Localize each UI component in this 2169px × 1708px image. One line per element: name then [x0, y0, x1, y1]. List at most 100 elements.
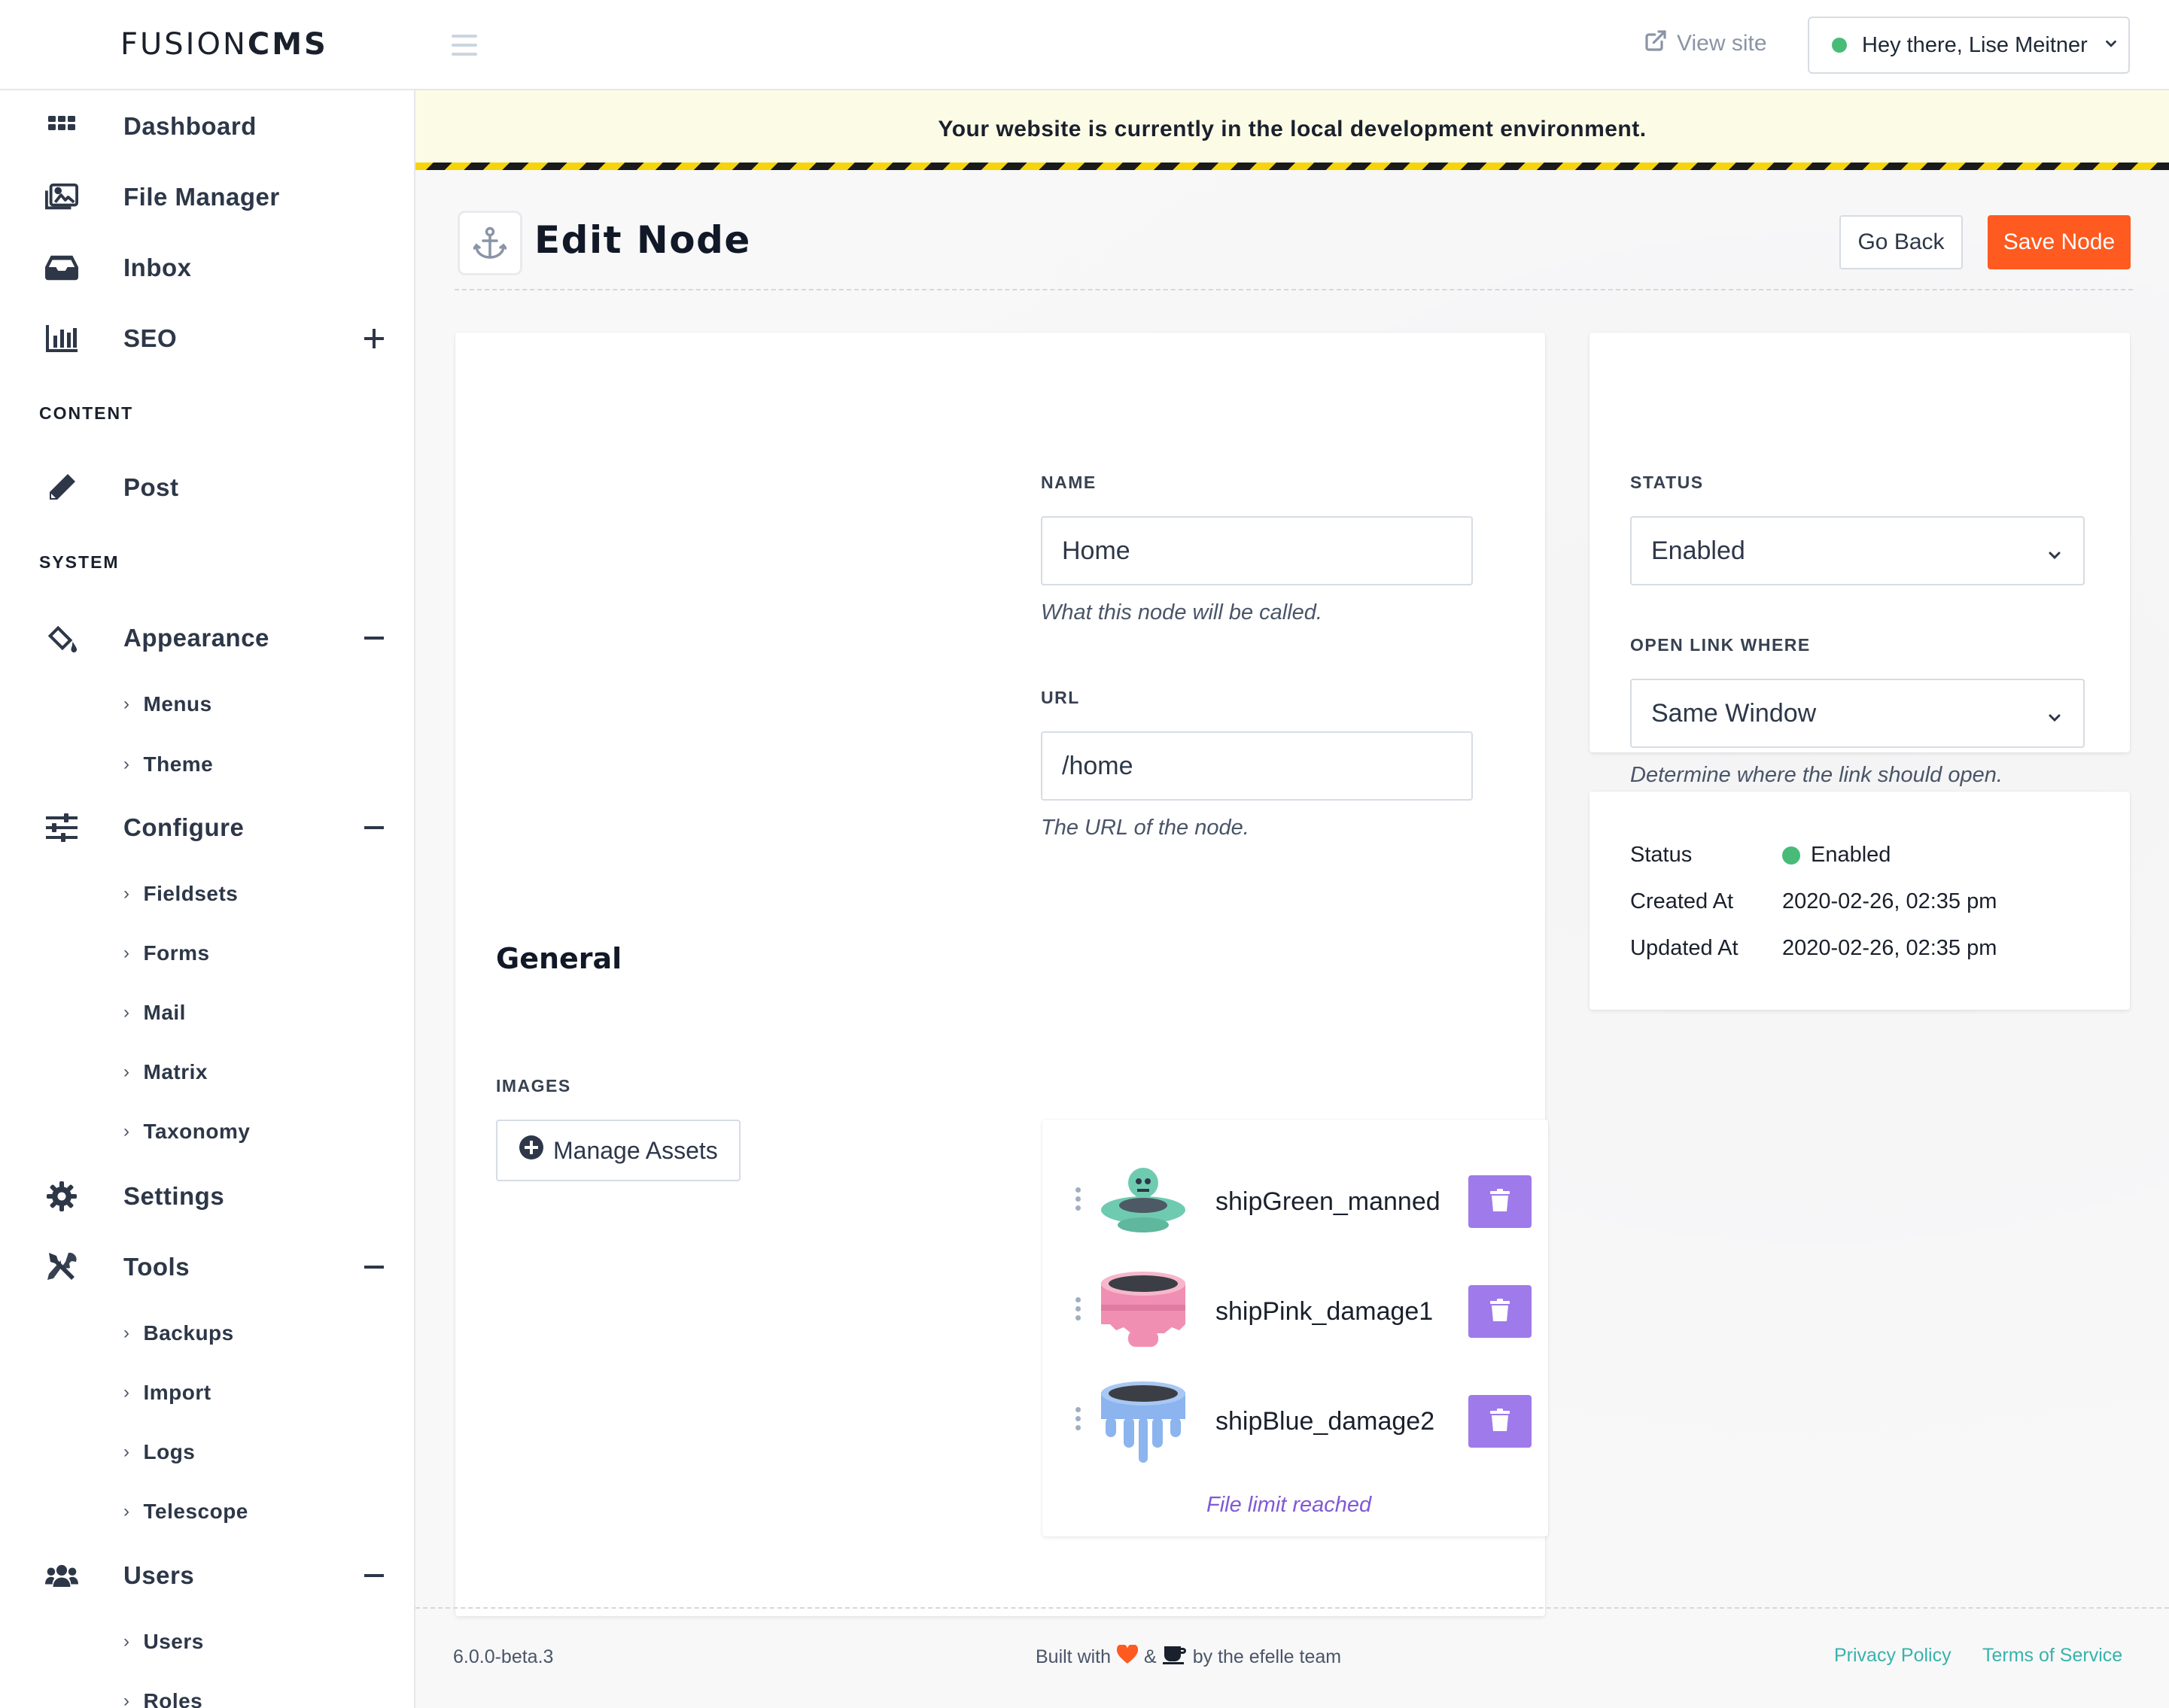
name-input[interactable]: Home — [1041, 516, 1473, 585]
minus-icon[interactable] — [364, 818, 384, 837]
delete-asset-button[interactable] — [1468, 1395, 1532, 1448]
sidebar-subitem-menus[interactable]: › Menus — [123, 692, 212, 716]
status-select[interactable]: Enabled — [1630, 516, 2085, 585]
status-card: STATUS Enabled OPEN LINK WHERE Same Wind… — [1589, 333, 2130, 787]
chevron-right-icon: › — [123, 1691, 130, 1708]
page-title: Edit Node — [534, 218, 751, 262]
terms-of-service-link[interactable]: Terms of Service — [1982, 1645, 2122, 1667]
chart-bar-icon — [45, 322, 78, 355]
sidebar-subitem-fieldsets[interactable]: › Fieldsets — [123, 882, 238, 906]
enabled-status-dot — [1782, 846, 1800, 865]
sidebar-item-label: Inbox — [123, 254, 192, 281]
environment-banner: Your website is currently in the local d… — [415, 90, 2169, 169]
minus-icon[interactable] — [364, 1566, 384, 1585]
drag-handle-icon[interactable] — [1075, 1297, 1081, 1321]
sidebar-section-content: CONTENT — [39, 403, 134, 423]
url-label: URL — [1041, 688, 1080, 707]
chevron-right-icon: › — [123, 1442, 130, 1462]
sidebar-subitem-label: Taxonomy — [143, 1120, 251, 1143]
sidebar-item-inbox[interactable]: Inbox — [0, 238, 415, 298]
sidebar-item-seo[interactable]: SEO — [0, 308, 415, 369]
sidebar-item-file-manager[interactable]: File Manager — [0, 167, 415, 227]
plus-circle-icon — [519, 1135, 544, 1166]
chevron-right-icon: › — [123, 694, 130, 714]
inbox-icon — [45, 251, 78, 284]
delete-asset-button[interactable] — [1468, 1285, 1532, 1338]
sidebar-section-system: SYSTEM — [39, 552, 120, 572]
sidebar-subitem-backups[interactable]: › Backups — [123, 1321, 234, 1345]
chevron-right-icon: › — [123, 1631, 130, 1652]
gear-icon — [45, 1180, 78, 1213]
view-site-link[interactable]: View site — [1644, 29, 1767, 59]
ship-green-thumbnail — [1098, 1157, 1188, 1248]
meta-card: Status Enabled Created At 2020-02-26, 02… — [1589, 792, 2130, 1010]
footer-credit-suffix: by the efelle team — [1192, 1646, 1342, 1667]
sidebar-subitem-label: Matrix — [143, 1060, 208, 1083]
open-link-select[interactable]: Same Window — [1630, 679, 2085, 748]
heart-icon — [1116, 1643, 1139, 1670]
status-label: STATUS — [1630, 473, 1704, 492]
privacy-policy-link[interactable]: Privacy Policy — [1834, 1645, 1951, 1667]
sidebar-item-configure[interactable]: Configure — [0, 798, 415, 858]
sidebar-item-label: File Manager — [123, 183, 280, 211]
sidebar-item-tools[interactable]: Tools — [0, 1237, 415, 1297]
sidebar-item-label: Tools — [123, 1253, 190, 1281]
plus-icon[interactable] — [364, 329, 384, 348]
sidebar-subitem-label: Backups — [143, 1321, 234, 1345]
hamburger-menu-icon[interactable] — [452, 35, 477, 56]
open-link-select-value: Same Window — [1651, 698, 1817, 728]
url-help: The URL of the node. — [1041, 816, 1249, 840]
sidebar-subitem-telescope[interactable]: › Telescope — [123, 1500, 248, 1524]
brand-logo[interactable]: FUSIONCMS — [120, 27, 328, 62]
delete-asset-button[interactable] — [1468, 1175, 1532, 1228]
footer-credit: Built with & by the efelle team — [1036, 1643, 1342, 1670]
sidebar-subitem-label: Menus — [143, 692, 212, 716]
sidebar-item-label: Configure — [123, 813, 245, 841]
chevron-down-icon — [2103, 33, 2119, 58]
sidebar-subitem-roles[interactable]: › Roles — [123, 1689, 202, 1708]
trash-icon — [1490, 1408, 1510, 1435]
meta-created-value: 2020-02-26, 02:35 pm — [1782, 889, 1997, 913]
chevron-right-icon: › — [123, 1382, 130, 1403]
sidebar-subitem-logs[interactable]: › Logs — [123, 1440, 195, 1464]
sidebar-item-appearance[interactable]: Appearance — [0, 608, 415, 668]
sidebar-subitem-label: Telescope — [143, 1500, 248, 1523]
trash-icon — [1490, 1188, 1510, 1215]
drag-handle-icon[interactable] — [1075, 1187, 1081, 1211]
sidebar-subitem-import[interactable]: › Import — [123, 1381, 211, 1405]
users-icon — [45, 1559, 78, 1592]
sliders-icon — [45, 811, 78, 844]
sidebar-item-post[interactable]: Post — [0, 457, 415, 518]
manage-assets-button[interactable]: Manage Assets — [496, 1120, 741, 1181]
images-icon — [45, 181, 78, 214]
asset-name: shipBlue_damage2 — [1215, 1407, 1435, 1436]
url-input[interactable]: /home — [1041, 731, 1473, 801]
sidebar-subitem-mail[interactable]: › Mail — [123, 1001, 186, 1025]
ship-blue-thumbnail — [1098, 1377, 1188, 1467]
sidebar-subitem-users[interactable]: › Users — [123, 1630, 204, 1654]
paint-bucket-icon — [45, 622, 78, 655]
sidebar-subitem-label: Theme — [143, 752, 214, 776]
chevron-right-icon: › — [123, 754, 130, 774]
user-menu-button[interactable]: Hey there, Lise Meitner — [1808, 17, 2130, 74]
main-content: Your website is currently in the local d… — [415, 90, 2169, 1708]
sidebar-subitem-matrix[interactable]: › Matrix — [123, 1060, 208, 1084]
minus-icon[interactable] — [364, 628, 384, 648]
sidebar-item-users[interactable]: Users — [0, 1545, 415, 1606]
minus-icon[interactable] — [364, 1257, 384, 1277]
online-status-dot — [1832, 38, 1847, 53]
sidebar-item-label: Users — [123, 1561, 195, 1589]
sidebar-subitem-forms[interactable]: › Forms — [123, 941, 210, 965]
sidebar-item-settings[interactable]: Settings — [0, 1166, 415, 1226]
go-back-button[interactable]: Go Back — [1839, 215, 1963, 269]
sidebar-subitem-taxonomy[interactable]: › Taxonomy — [123, 1120, 250, 1144]
sidebar-item-dashboard[interactable]: Dashboard — [0, 96, 415, 157]
hazard-stripe — [415, 163, 2169, 170]
asset-name: shipGreen_manned — [1215, 1187, 1440, 1216]
asset-name: shipPink_damage1 — [1215, 1297, 1434, 1326]
chevron-right-icon: › — [123, 883, 130, 904]
drag-handle-icon[interactable] — [1075, 1407, 1081, 1430]
sidebar-subitem-theme[interactable]: › Theme — [123, 752, 213, 777]
save-node-button[interactable]: Save Node — [1988, 215, 2131, 269]
status-select-value: Enabled — [1651, 536, 1745, 565]
